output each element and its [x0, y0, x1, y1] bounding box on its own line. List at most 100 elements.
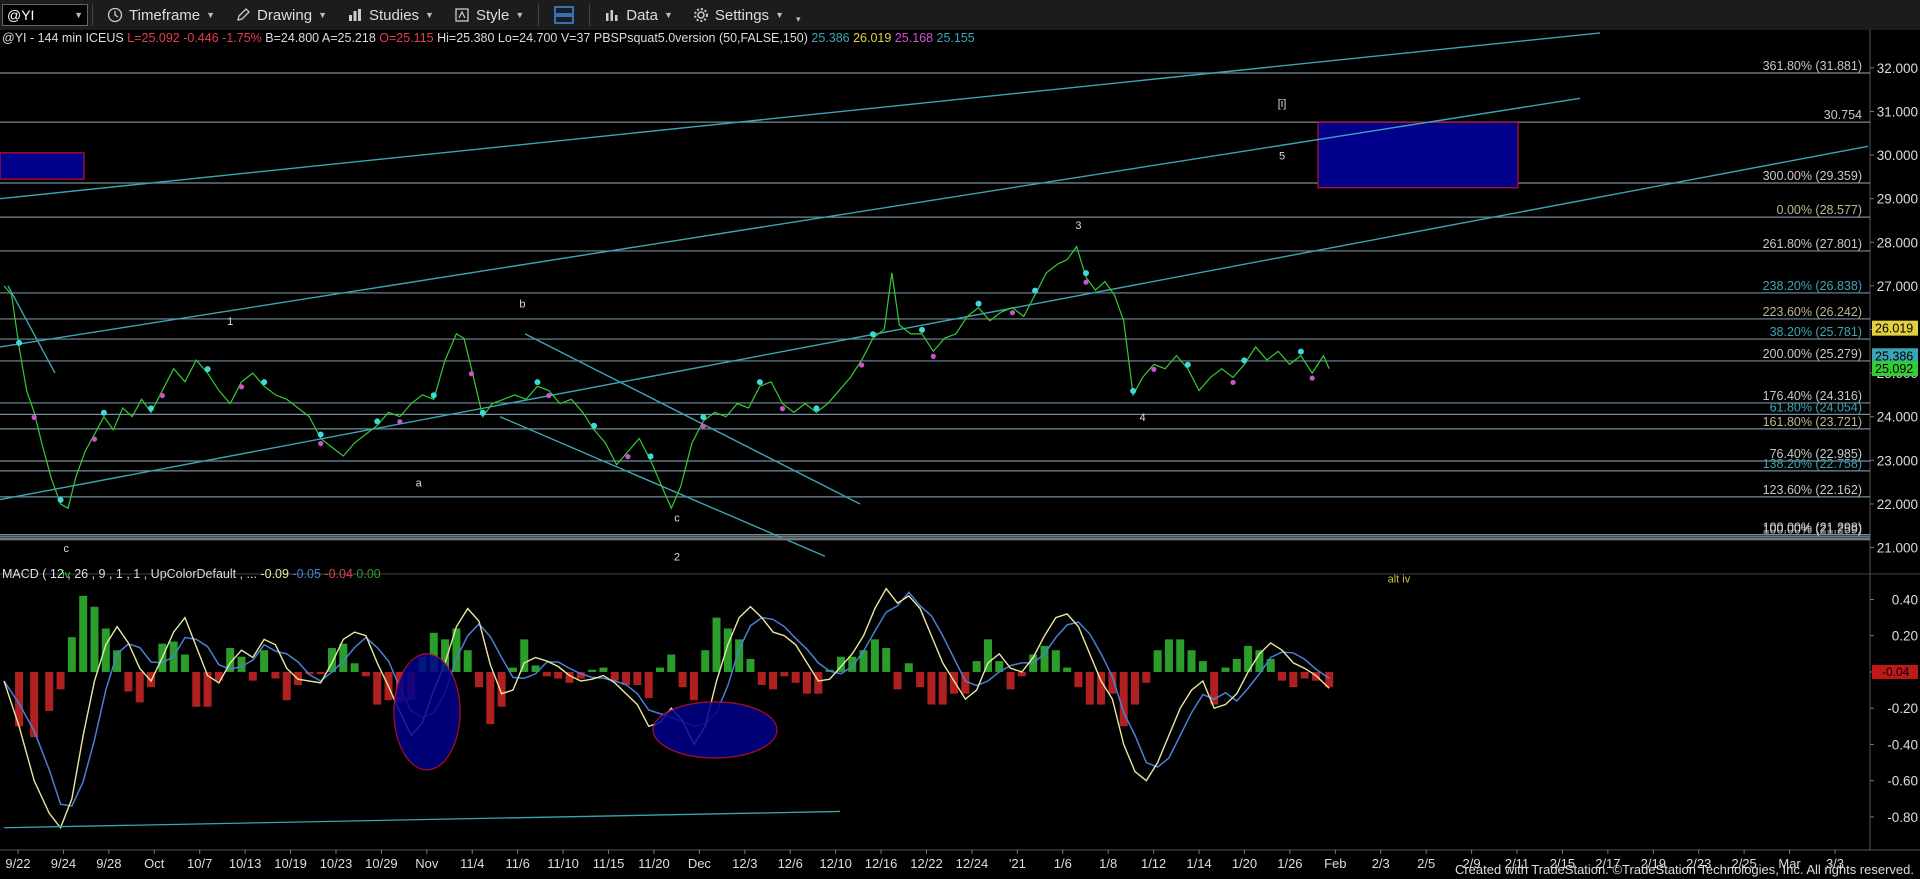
macd-histogram-bar [1006, 671, 1015, 690]
price-marker [16, 339, 23, 346]
bid-price: B=24.800 [265, 31, 320, 45]
price-header: @YI - 144 min ICEUS L=25.092 -0.446 -1.7… [2, 31, 975, 45]
macd-histogram-bar [248, 671, 257, 681]
price-marker [148, 405, 155, 412]
price-marker [813, 405, 820, 412]
price-marker [204, 366, 211, 373]
price-marker [1297, 348, 1304, 355]
macd-value-3: -0.04 [324, 567, 353, 581]
target-box [1317, 121, 1519, 189]
time-tick-label: Nov [415, 856, 439, 871]
time-tick-label: 1/6 [1054, 856, 1072, 871]
time-tick-label: 11/20 [638, 856, 670, 871]
time-tick-label: Oct [144, 856, 165, 871]
price-marker [159, 392, 165, 399]
studies-label: Studies [369, 6, 420, 24]
macd-tick-label: -0.40 [1887, 737, 1918, 752]
style-button[interactable]: Style ▼ [444, 2, 534, 28]
fib-level-label: 0.00% (28.577) [1777, 203, 1862, 217]
macd-histogram-bar [180, 654, 189, 672]
macd-histogram-bar [927, 671, 936, 705]
macd-histogram-bar [769, 671, 778, 690]
fib-level-label: 200.00% (25.279) [1763, 347, 1862, 361]
macd-histogram-bar [30, 671, 39, 738]
price-marker [397, 419, 403, 425]
price-tick-label: 28.000 [1877, 235, 1918, 250]
price-marker [430, 392, 437, 399]
volume: V=37 [560, 31, 591, 45]
macd-histogram-bar [1176, 639, 1185, 672]
settings-button[interactable]: Settings ▼ [683, 2, 794, 28]
price-marker [374, 418, 381, 425]
macd-histogram-bar [1131, 671, 1139, 705]
price-marker [869, 331, 876, 338]
macd-histogram-bar [260, 650, 269, 672]
macd-histogram-bar [870, 639, 879, 672]
time-tick-label: 1/26 [1277, 856, 1302, 871]
price-marker [975, 300, 982, 307]
price-tick-label: 24.000 [1877, 410, 1918, 425]
style-icon [455, 8, 469, 22]
macd-histogram-bar [373, 671, 382, 705]
layout-icon [554, 6, 574, 24]
price-tag-label: 25.092 [1875, 362, 1913, 376]
wave-label: 3 [1075, 220, 1081, 232]
fib-level-label: 300.00% (29.359) [1763, 169, 1862, 183]
time-tick-label: 1/20 [1232, 856, 1257, 871]
toolbar-divider [538, 4, 540, 26]
price-marker [534, 379, 541, 386]
fib-level-label: 30.754 [1824, 108, 1862, 122]
macd-histogram-bar [723, 628, 732, 672]
studies-button[interactable]: Studies ▼ [337, 2, 444, 28]
macd-histogram-bar [1051, 650, 1060, 672]
macd-histogram-bar [882, 648, 891, 672]
macd-histogram-bar [554, 671, 563, 679]
data-button[interactable]: Data ▼ [594, 2, 683, 28]
price-marker [1009, 310, 1016, 316]
fib-level-label: 123.60% (22.162) [1763, 483, 1862, 497]
price-tick-label: 23.000 [1877, 453, 1918, 468]
drawing-button[interactable]: Drawing ▼ [225, 2, 337, 28]
macd-histogram-bar [316, 671, 325, 675]
style-label: Style [475, 6, 510, 24]
timeframe-button[interactable]: Timeframe ▼ [97, 2, 225, 28]
layout-button[interactable] [543, 2, 585, 28]
price-chart[interactable]: 361.80% (31.881) 30.754 300.00% (29.359) 0.… [0, 30, 1920, 879]
wave-label: 4 [1139, 412, 1145, 424]
ask-price: A=25.218 [321, 31, 376, 45]
toolbar-overflow-icon[interactable]: ▾ [796, 14, 801, 25]
macd-histogram-bar [1074, 671, 1083, 688]
time-tick-label: 10/19 [274, 856, 307, 871]
study-value-1: 25.386 [811, 31, 850, 45]
macd-histogram-bar [848, 656, 857, 672]
price-tick-label: 31.000 [1877, 104, 1918, 119]
time-tick-label: 9/24 [51, 856, 76, 871]
symbol-input[interactable]: @YI ▼ [2, 4, 88, 26]
price-marker [91, 436, 98, 442]
data-icon [606, 10, 618, 21]
time-tick-label: 12/22 [910, 856, 943, 871]
low-price: Lo=24.700 [497, 31, 558, 45]
time-tick-label: 2/3 [1372, 856, 1390, 871]
macd-histogram-bar [916, 671, 925, 688]
price-marker [779, 406, 786, 412]
macd-histogram-bar [655, 667, 664, 672]
macd-histogram-bar [610, 671, 619, 681]
price-marker [479, 409, 486, 416]
chevron-down-icon: ▼ [318, 10, 327, 20]
macd-histogram-bar [1232, 658, 1241, 672]
price-tick-label: 29.000 [1877, 192, 1918, 207]
price-tag-label: 26.019 [1875, 322, 1913, 336]
macd-tick-label: 0.40 [1892, 592, 1918, 607]
macd-histogram-bar [282, 671, 291, 701]
macd-highlight-ellipse [393, 653, 461, 771]
macd-histogram-bar [350, 663, 359, 672]
price-tick-label: 32.000 [1877, 61, 1918, 76]
time-tick-label: 11/15 [593, 856, 625, 871]
wave-label: [i] [1278, 98, 1287, 110]
time-tick-label: 9/28 [96, 856, 121, 871]
macd-highlight-ellipse [652, 701, 778, 759]
wave-label: 5 [1279, 150, 1285, 162]
left-target-box [0, 152, 85, 180]
price-marker [1151, 366, 1157, 372]
